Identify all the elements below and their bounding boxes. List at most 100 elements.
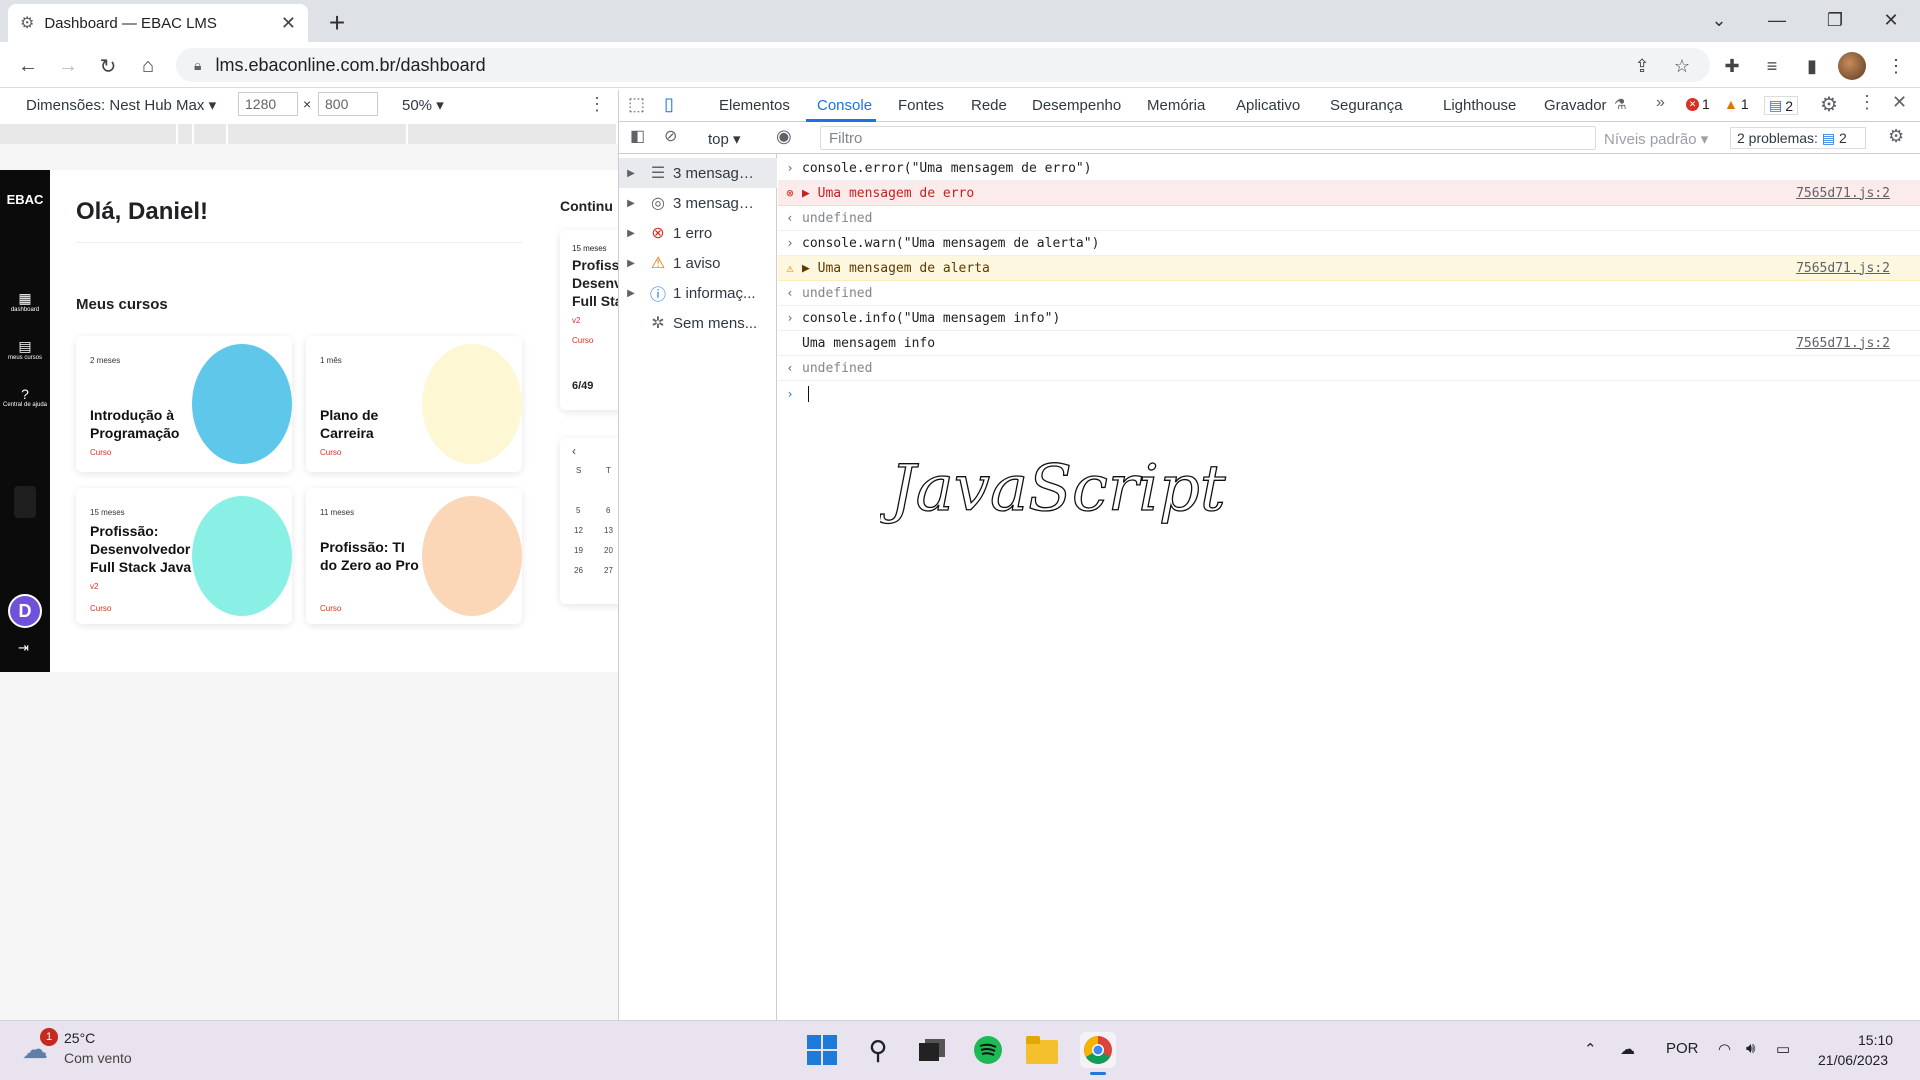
console-error-line[interactable]: ⊗ ▶ Uma mensagem de erro 7565d71.js:2 xyxy=(778,181,1920,206)
start-button[interactable] xyxy=(804,1032,840,1068)
source-link[interactable]: 7565d71.js:2 xyxy=(1796,336,1890,351)
wifi-icon[interactable]: ◠ xyxy=(1718,1040,1731,1058)
device-toggle-icon[interactable]: ▯ xyxy=(664,94,674,115)
back-icon[interactable]: ← xyxy=(12,50,44,82)
tab-performance[interactable]: Desempenho xyxy=(1032,97,1121,114)
tab-application[interactable]: Aplicativo xyxy=(1236,97,1300,114)
clear-console-icon[interactable]: ⊘ xyxy=(664,126,677,146)
sidebar-item-info[interactable]: ▶ ⓘ 1 informaç... xyxy=(619,278,777,308)
sidebar-item-user-messages[interactable]: ▶ ◎ 3 mensage... xyxy=(619,188,777,218)
sidebar-item-label: Sem mens... xyxy=(673,314,758,332)
sidebar-item-help[interactable]: ? Central de ajuda xyxy=(0,386,50,408)
logout-icon[interactable]: ⇥ xyxy=(18,640,29,656)
warning-counter[interactable]: ▲ 1 xyxy=(1724,96,1749,112)
course-card[interactable]: 2 meses Introdução à Programação Curso xyxy=(76,336,292,472)
extensions-icon[interactable]: ✚ xyxy=(1716,50,1748,82)
source-link[interactable]: 7565d71.js:2 xyxy=(1796,186,1890,201)
continue-card[interactable]: 15 meses Profiss Desenv Full Sta v2 Curs… xyxy=(560,230,618,410)
user-avatar[interactable]: D xyxy=(8,594,42,628)
inspect-icon[interactable]: ⬚ xyxy=(628,94,645,115)
share-icon[interactable]: ⇪ xyxy=(1626,50,1658,82)
clock-date[interactable]: 21/06/2023 xyxy=(1818,1052,1888,1068)
task-view-icon[interactable] xyxy=(914,1032,950,1068)
sidebar-item-dashboard[interactable]: ▦ dashboard xyxy=(0,290,50,313)
spotify-icon[interactable] xyxy=(970,1032,1006,1068)
course-card[interactable]: 11 meses Profissão: TI do Zero ao Pro Cu… xyxy=(306,488,522,624)
calendar-day[interactable]: 12 xyxy=(574,526,583,535)
tab-console[interactable]: Console xyxy=(817,97,872,114)
close-tab-icon[interactable]: ✕ xyxy=(281,13,296,34)
tray-overflow-icon[interactable]: ⌃ xyxy=(1584,1040,1597,1058)
tab-sources[interactable]: Fontes xyxy=(898,97,944,114)
context-select[interactable]: top ▾ xyxy=(708,130,741,148)
bookmark-star-icon[interactable]: ☆ xyxy=(1666,50,1698,82)
tab-security[interactable]: Segurança xyxy=(1330,97,1403,114)
source-link[interactable]: 7565d71.js:2 xyxy=(1796,261,1890,276)
sidebar-toggle[interactable] xyxy=(14,486,36,518)
search-icon[interactable]: ⚲ xyxy=(860,1032,896,1068)
menu-icon[interactable]: ⋮ xyxy=(1880,50,1912,82)
settings-gear-icon[interactable]: ⚙ xyxy=(1820,92,1838,117)
onedrive-icon[interactable]: ☁ xyxy=(1620,1040,1635,1058)
error-counter[interactable]: ✕ 1 xyxy=(1686,96,1710,112)
width-input[interactable]: 1280 xyxy=(238,92,298,116)
calendar-day[interactable]: 27 xyxy=(604,566,613,575)
problems-button[interactable]: 2 problemas: ▤ 2 xyxy=(1730,127,1866,149)
message-counter[interactable]: ▤ 2 xyxy=(1764,96,1799,115)
console-settings-icon[interactable]: ⚙ xyxy=(1888,126,1904,147)
calendar-day[interactable]: 5 xyxy=(576,506,580,515)
height-input[interactable]: 800 xyxy=(318,92,378,116)
filter-input[interactable]: Filtro xyxy=(820,126,1596,150)
restore-button[interactable]: ❐ xyxy=(1806,0,1864,40)
device-more-icon[interactable]: ⋮ xyxy=(588,94,606,115)
clock-time[interactable]: 15:10 xyxy=(1858,1032,1893,1048)
tab-network[interactable]: Rede xyxy=(971,97,1007,114)
calendar-day[interactable]: 6 xyxy=(606,506,610,515)
sidebar-item-warnings[interactable]: ▶ ⚠ 1 aviso xyxy=(619,248,777,278)
volume-icon[interactable]: 🔊︎ xyxy=(1746,1040,1755,1057)
sidebar-toggle-icon[interactable]: ◧ xyxy=(630,126,645,146)
devtools-more-icon[interactable]: ⋮ xyxy=(1858,92,1876,113)
levels-select[interactable]: Níveis padrão ▾ xyxy=(1604,130,1708,148)
tab-elements[interactable]: Elementos xyxy=(719,97,790,114)
close-window-button[interactable]: ✕ xyxy=(1862,0,1920,40)
forward-icon[interactable]: → xyxy=(52,50,84,82)
battery-icon[interactable]: ▭ xyxy=(1776,1040,1790,1058)
calendar-day[interactable]: 13 xyxy=(604,526,613,535)
course-card[interactable]: 15 meses Profissão: Desenvolvedor Full S… xyxy=(76,488,292,624)
more-tabs-icon[interactable]: » xyxy=(1656,94,1665,112)
address-bar[interactable]: 🔒︎ lms.ebaconline.com.br/dashboard xyxy=(176,48,1710,82)
home-icon[interactable]: ⌂ xyxy=(132,50,164,82)
file-explorer-icon[interactable] xyxy=(1024,1032,1060,1068)
sidebar-item-messages[interactable]: ▶ ☰ 3 mensage... xyxy=(619,158,777,188)
language-indicator[interactable]: POR xyxy=(1666,1040,1699,1057)
close-devtools-icon[interactable]: ✕ xyxy=(1892,92,1907,113)
problems-icon: ▤ xyxy=(1821,130,1836,146)
tab-recorder[interactable]: Gravador xyxy=(1544,97,1607,114)
live-expression-eye-icon[interactable]: ◉ xyxy=(776,126,792,147)
browser-tab[interactable]: ⚙ Dashboard — EBAC LMS ✕ xyxy=(8,4,308,42)
tab-lighthouse[interactable]: Lighthouse xyxy=(1443,97,1516,114)
calendar-prev-icon[interactable]: ‹ xyxy=(572,444,576,458)
profile-avatar[interactable] xyxy=(1838,52,1866,80)
calendar-day[interactable]: 19 xyxy=(574,546,583,555)
course-card[interactable]: 1 mês Plano de Carreira Curso xyxy=(306,336,522,472)
calendar-day[interactable]: 20 xyxy=(604,546,613,555)
calendar-day[interactable]: 26 xyxy=(574,566,583,575)
chrome-taskbar-icon[interactable] xyxy=(1080,1032,1116,1068)
sidebar-item-errors[interactable]: ▶ ⊗ 1 erro xyxy=(619,218,777,248)
new-tab-button[interactable]: + xyxy=(320,6,354,40)
console-info-line[interactable]: Uma mensagem info 7565d71.js:2 xyxy=(778,331,1920,356)
sidebar-item-courses[interactable]: ▤ meus cursos xyxy=(0,338,50,361)
side-panel-icon[interactable]: ▮ xyxy=(1796,50,1828,82)
tab-memory[interactable]: Memória xyxy=(1147,97,1205,114)
tab-search-icon[interactable]: ⌄ xyxy=(1690,0,1748,40)
console-prompt[interactable]: › xyxy=(778,381,1920,406)
device-select[interactable]: Dimensões: Nest Hub Max ▾ xyxy=(26,96,216,114)
minimize-button[interactable]: — xyxy=(1748,0,1806,40)
reload-icon[interactable]: ↻ xyxy=(92,50,124,82)
zoom-select[interactable]: 50% ▾ xyxy=(402,96,444,114)
console-warning-line[interactable]: ⚠ ▶ Uma mensagem de alerta 7565d71.js:2 xyxy=(778,256,1920,281)
media-icon[interactable]: ≡ xyxy=(1756,50,1788,82)
sidebar-item-verbose[interactable]: ✲ Sem mens... xyxy=(619,308,777,338)
